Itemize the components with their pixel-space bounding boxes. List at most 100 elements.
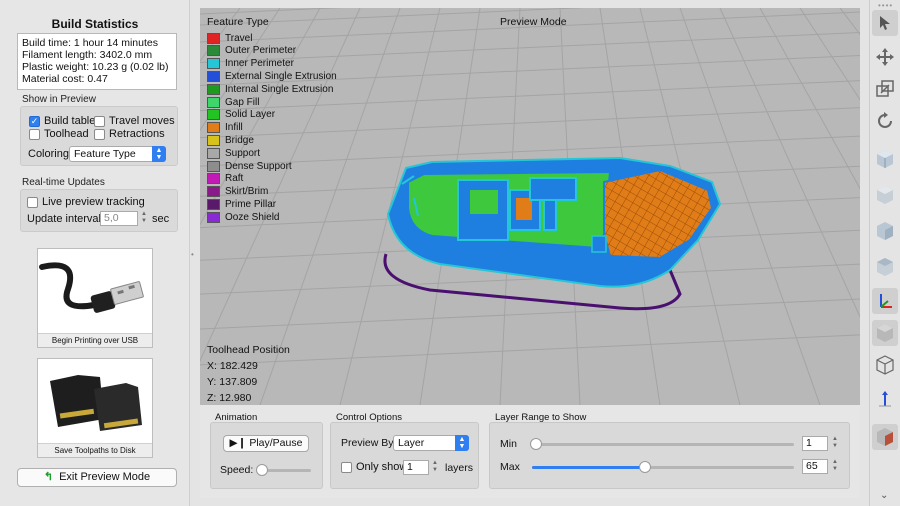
- legend-label: Solid Layer: [225, 109, 276, 121]
- usb-cable-icon: [39, 262, 144, 313]
- move-arrows-icon: [876, 48, 894, 66]
- travel-moves-checkbox[interactable]: Travel moves: [94, 115, 175, 127]
- solid-view-button[interactable]: [872, 320, 898, 346]
- speed-slider-knob[interactable]: [255, 464, 268, 476]
- retractions-checkbox[interactable]: Retractions: [94, 128, 165, 140]
- legend-item: Skirt/Brim: [207, 186, 268, 198]
- legend-label: Gap Fill: [225, 96, 260, 108]
- only-show-label: Only show: [356, 461, 408, 473]
- preview-by-select[interactable]: Layer ▲ ▼: [393, 435, 469, 451]
- back-arrow-icon: ↰: [43, 471, 54, 483]
- legend-swatch: [207, 186, 220, 198]
- min-slider-track[interactable]: [532, 443, 794, 446]
- z-axis-icon: [879, 391, 891, 407]
- control-options-group: Preview By Layer ▲ ▼ Only show 1 ▲ ▼ layer…: [330, 422, 479, 489]
- usb-caption: Begin Printing over USB: [38, 333, 152, 347]
- view-iso-button[interactable]: [872, 146, 898, 172]
- update-interval-label: Update interval: [27, 213, 101, 225]
- toggle-z-axis-button[interactable]: [872, 386, 898, 412]
- max-slider-knob[interactable]: [638, 461, 651, 473]
- wireframe-view-button[interactable]: [872, 352, 898, 378]
- only-show-layers-field[interactable]: 1: [403, 460, 429, 475]
- legend-label: Skirt/Brim: [225, 186, 269, 198]
- bottom-controls: Animation ▶❙ Play/Pause Speed: Control O…: [200, 405, 860, 498]
- rotate-tool-button[interactable]: [872, 108, 898, 134]
- legend-swatch: [207, 134, 220, 146]
- min-layer-stepper[interactable]: ▲ ▼: [831, 436, 839, 451]
- show-in-preview-group: ✓ Build table Travel moves Toolhead Retr…: [20, 106, 178, 166]
- retractions-label: Retractions: [109, 128, 165, 140]
- left-panel: Build Statistics Build time: 1 hour 14 m…: [0, 0, 190, 506]
- live-preview-tracking-checkbox[interactable]: Live preview tracking: [27, 196, 145, 208]
- legend-swatch: [207, 83, 220, 95]
- layers-label: layers: [445, 462, 474, 474]
- max-layer-field[interactable]: 65: [802, 459, 828, 474]
- interval-unit: sec: [152, 213, 170, 225]
- cursor-arrow-icon: [880, 16, 890, 30]
- max-layer-stepper[interactable]: ▲ ▼: [831, 459, 839, 474]
- play-pause-button[interactable]: ▶❙ Play/Pause: [223, 435, 309, 452]
- select-tool-button[interactable]: [872, 10, 898, 36]
- legend-swatch: [207, 45, 220, 57]
- legend-swatch: [207, 122, 220, 134]
- min-slider-knob[interactable]: [530, 438, 542, 450]
- move-tool-button[interactable]: [872, 44, 898, 70]
- speed-label: Speed:: [220, 464, 254, 476]
- toolhead-checkbox[interactable]: Toolhead: [29, 128, 89, 140]
- rotate-icon: [878, 112, 892, 128]
- legend-label: Raft: [225, 173, 244, 185]
- update-interval-stepper[interactable]: ▲ ▼: [140, 211, 148, 226]
- toolbar-expand-icon[interactable]: ⌄: [880, 490, 888, 501]
- realtime-updates-label: Real-time Updates: [22, 177, 105, 188]
- 3d-viewport[interactable]: Feature Type Preview Mode Travel Outer Pe…: [200, 8, 860, 405]
- legend-item: Prime Pillar: [207, 198, 276, 210]
- cube-front-icon: [877, 186, 893, 204]
- coloring-label: Coloring: [28, 148, 69, 160]
- animation-group: ▶❙ Play/Pause Speed:: [210, 422, 323, 489]
- legend-item: Raft: [207, 173, 243, 185]
- legend-item: Inner Perimeter: [207, 58, 294, 70]
- update-interval-field[interactable]: 5,0: [100, 211, 138, 226]
- stat-build-time: Build time: 1 hour 14 minutes: [22, 37, 158, 49]
- exit-preview-mode-button[interactable]: ↰ Exit Preview Mode: [17, 468, 177, 487]
- legend-swatch: [207, 70, 220, 82]
- legend-item: Solid Layer: [207, 109, 275, 121]
- legend-item: Dense Support: [207, 160, 292, 172]
- cross-section-button[interactable]: [872, 424, 898, 450]
- build-table-checkbox[interactable]: ✓ Build table: [29, 115, 95, 127]
- axes-icon: [880, 294, 892, 308]
- build-statistics-title: Build Statistics: [51, 17, 139, 31]
- panel-splitter-handle[interactable]: •: [191, 250, 195, 259]
- legend-swatch: [207, 173, 220, 185]
- toolhead-z: Z: 12.980: [207, 392, 252, 404]
- max-slider-fill: [532, 466, 645, 469]
- show-axes-button[interactable]: [872, 288, 898, 314]
- solid-cube-icon: [877, 324, 893, 342]
- view-side-button[interactable]: [872, 218, 898, 244]
- scale-tool-button[interactable]: [872, 76, 898, 102]
- updown-arrow-icon: ▲ ▼: [152, 146, 166, 162]
- view-top-button[interactable]: [872, 254, 898, 280]
- viewport-scene: [200, 8, 860, 405]
- only-show-checkbox[interactable]: Only show: [341, 461, 407, 473]
- layer-range-group: Min 1 ▲ ▼ Max 65 ▲ ▼: [489, 422, 850, 489]
- min-layer-field[interactable]: 1: [802, 436, 828, 451]
- legend-item: External Single Extrusion: [207, 70, 337, 82]
- begin-printing-usb-card[interactable]: Begin Printing over USB: [37, 248, 153, 348]
- toolhead-position: Toolhead Position X: 182.429 Y: 137.809 …: [207, 342, 290, 405]
- legend-item: Internal Single Extrusion: [207, 83, 333, 95]
- legend-swatch: [207, 211, 220, 223]
- right-toolbar: •••• ⌄: [869, 0, 900, 506]
- checkmark-icon: ✓: [29, 115, 40, 127]
- legend-label: Internal Single Extrusion: [225, 83, 334, 95]
- only-show-stepper[interactable]: ▲ ▼: [431, 460, 439, 475]
- toolhead-y: Y: 137.809: [207, 376, 258, 388]
- view-front-button[interactable]: [872, 182, 898, 208]
- coloring-select[interactable]: Feature Type ▲ ▼: [69, 146, 166, 162]
- legend-item: Support: [207, 147, 260, 159]
- toolbar-grip-icon: ••••: [878, 1, 894, 10]
- build-table-label: Build table: [44, 115, 96, 127]
- legend-swatch: [207, 160, 220, 172]
- legend-label: Dense Support: [225, 160, 292, 172]
- save-toolpaths-card[interactable]: Save Toolpaths to Disk: [37, 358, 153, 458]
